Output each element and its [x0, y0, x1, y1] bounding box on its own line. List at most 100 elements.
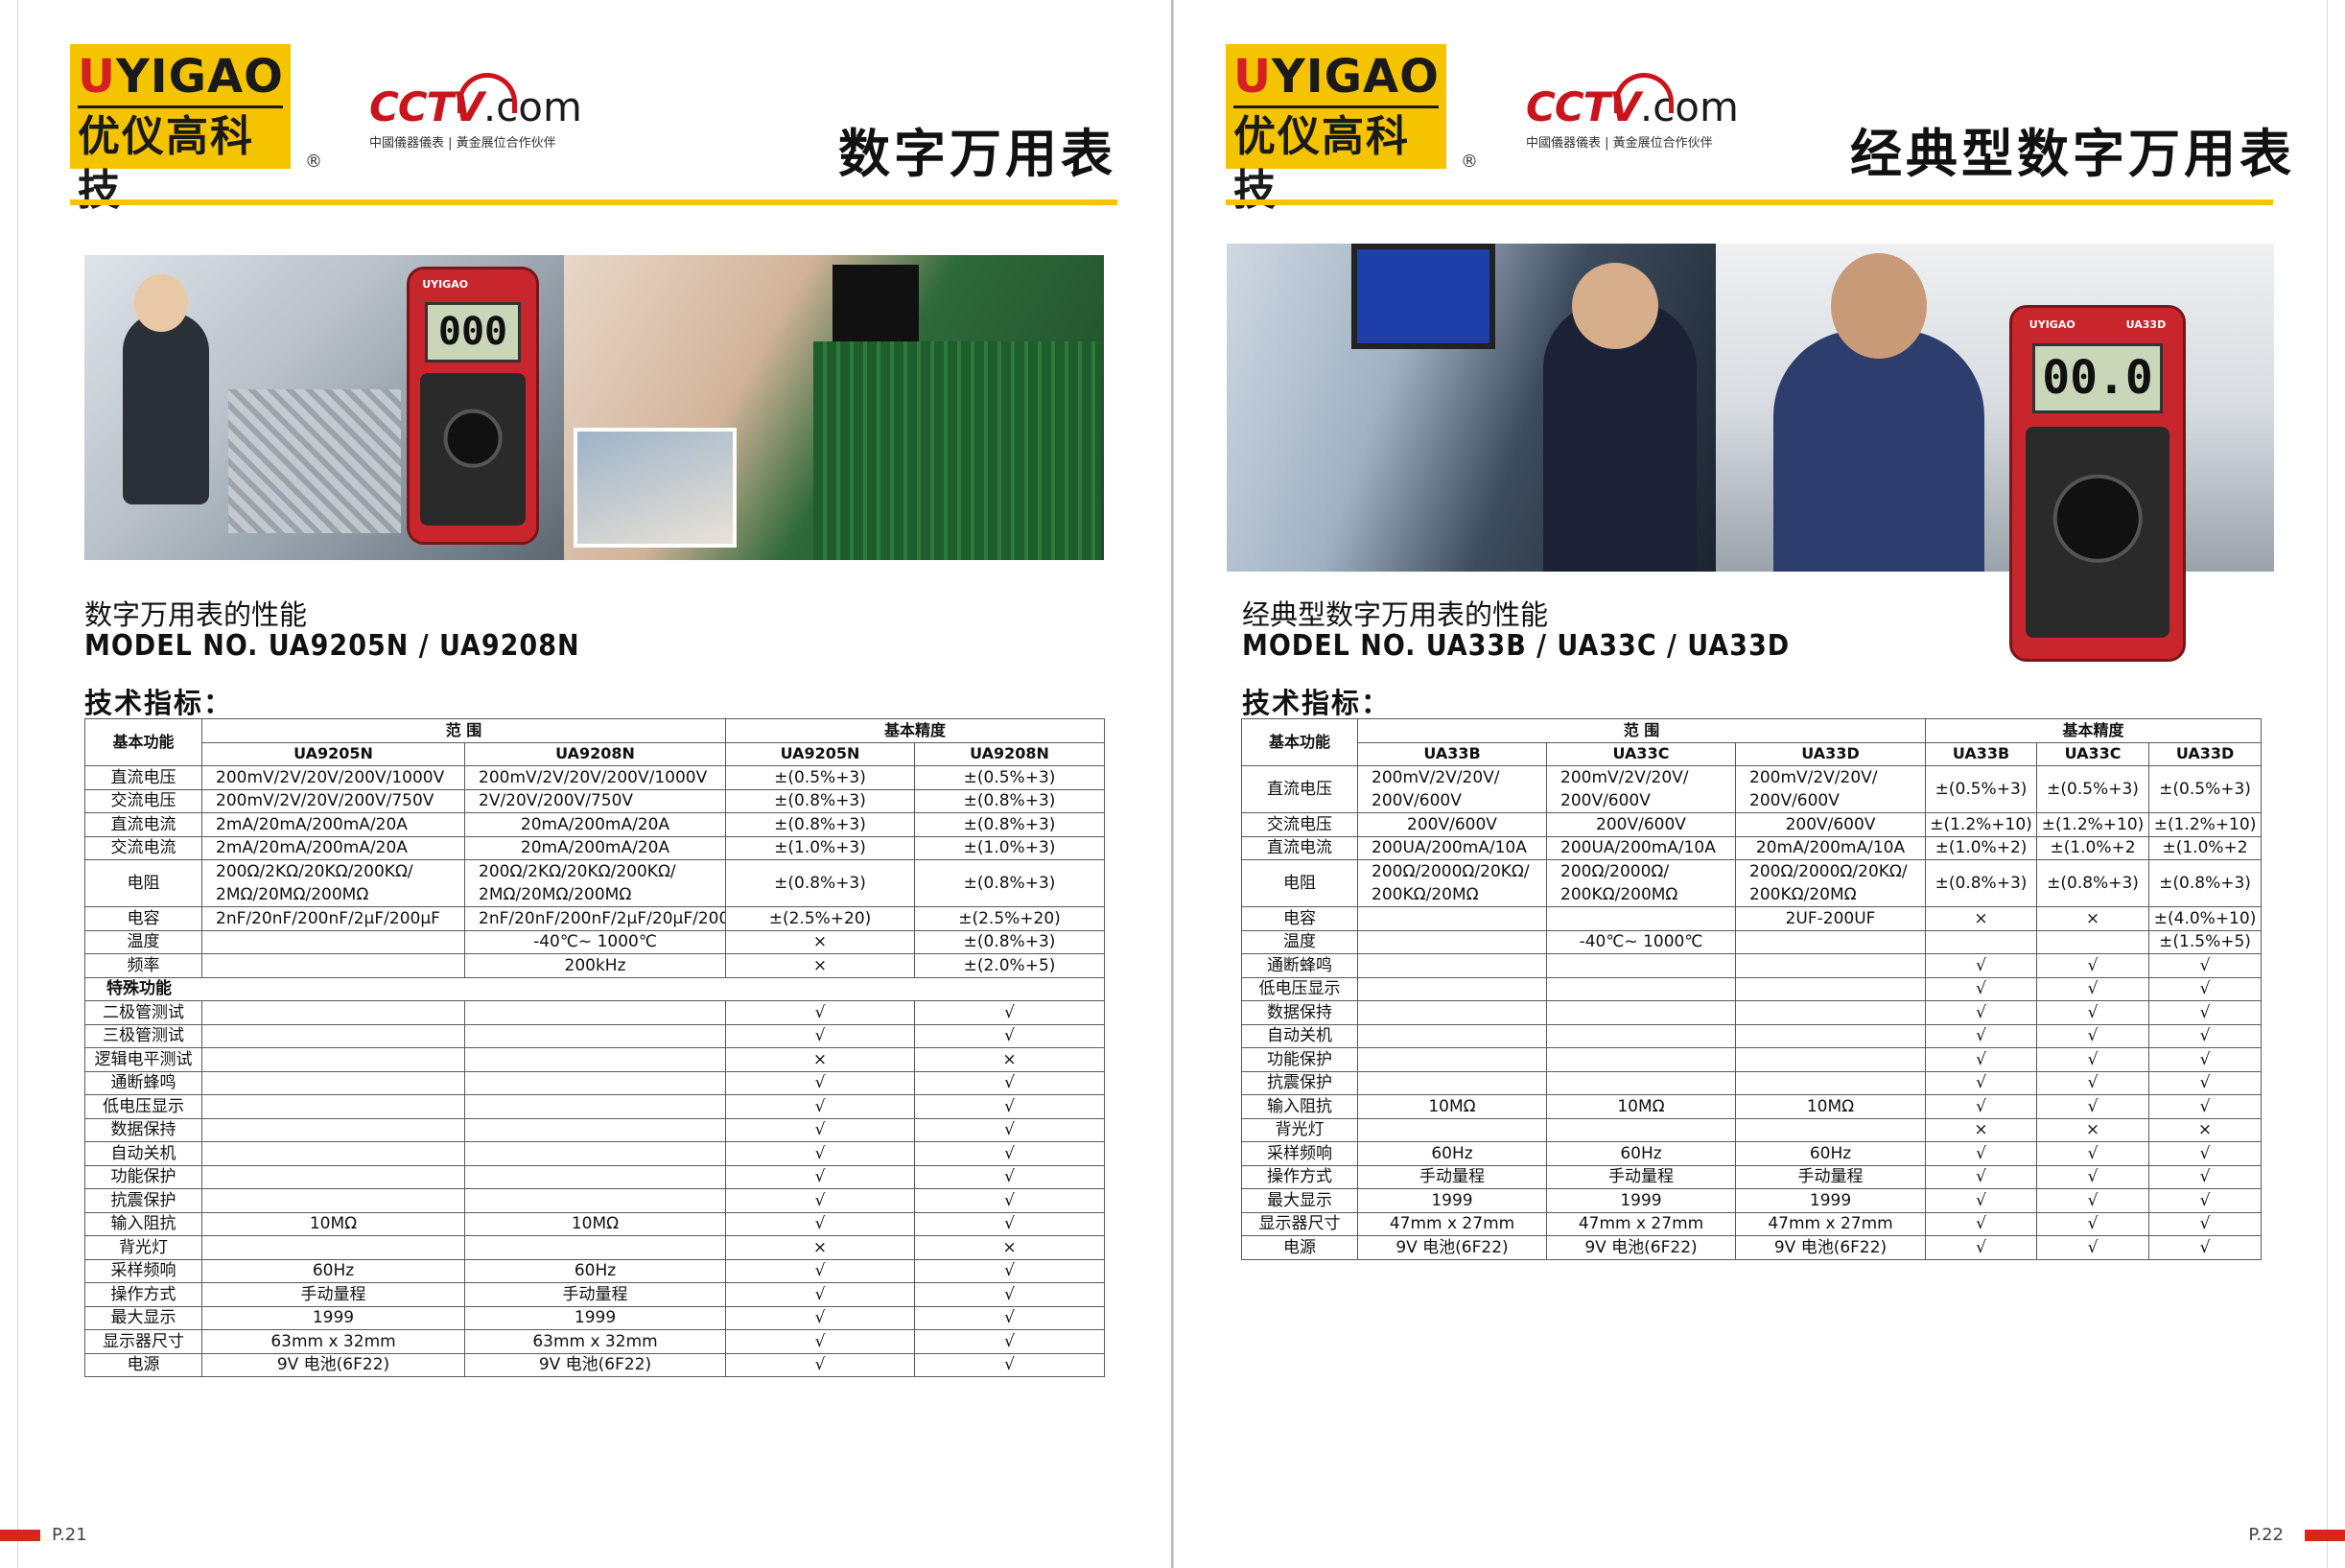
range-cell — [1734, 1070, 1927, 1095]
accuracy-cell: √ — [725, 1000, 916, 1025]
range-cell — [1357, 1023, 1547, 1048]
header-accuracy: 基本精度 — [725, 718, 1106, 743]
table-row: 背光灯 × × × — [1241, 1117, 2263, 1142]
accuracy-cell: ±(0.5%+3) — [2148, 765, 2263, 813]
range-cell — [463, 1047, 727, 1072]
accuracy-cell: √ — [725, 1070, 916, 1095]
range-cell — [1357, 1070, 1547, 1095]
accuracy-cell: ±(0.8%+3) — [2148, 859, 2263, 907]
students-lab-image — [1227, 244, 1716, 572]
range-cell — [1357, 953, 1547, 978]
range-cell: 200V/600V — [1357, 812, 1547, 837]
accuracy-cell: ±(2.5%+20) — [914, 906, 1106, 931]
accuracy-cell: √ — [725, 1141, 916, 1166]
function-cell: 输入阻抗 — [84, 1211, 202, 1236]
accuracy-cell: √ — [2148, 1094, 2263, 1119]
table-row: 采样频响 60Hz 60Hz 60Hz √ √ √ — [1241, 1141, 2263, 1166]
range-cell: 47mm x 27mm — [1734, 1211, 1927, 1236]
range-cell — [1734, 1047, 1927, 1072]
table-row: 温度 -40℃~ 1000℃ ±(1.5%+5) — [1241, 929, 2263, 954]
function-cell: 采样频响 — [1241, 1141, 1358, 1166]
range-cell: 20mA/200mA/10A — [1734, 835, 1927, 860]
accuracy-cell: × — [725, 953, 916, 978]
range-cell: 手动量程 — [1546, 1164, 1736, 1189]
table-row: 输入阻抗 10MΩ 10MΩ 10MΩ √ √ √ — [1241, 1094, 2263, 1119]
accuracy-cell: √ — [914, 1070, 1106, 1095]
accuracy-cell: √ — [1925, 1000, 2038, 1025]
accuracy-cell: √ — [914, 1023, 1106, 1048]
range-cell: 200mV/2V/20V/200V/750V — [201, 788, 465, 813]
accuracy-cell: √ — [2148, 1000, 2263, 1025]
accuracy-cell: √ — [2148, 953, 2263, 978]
registered-mark: ® — [305, 152, 322, 172]
accuracy-cell: √ — [1925, 1070, 2038, 1095]
range-cell: 200kHz — [463, 953, 727, 978]
range-cell: 200UA/200mA/10A — [1546, 835, 1736, 860]
header-model: UA33C — [1546, 741, 1736, 766]
table-row: 三极管测试 √ √ — [84, 1023, 1106, 1048]
accuracy-cell: √ — [725, 1305, 916, 1330]
accuracy-cell: ±(1.0%+3) — [725, 835, 916, 860]
section-row: 特殊功能 — [83, 976, 1106, 1001]
range-cell: 手动量程 — [1734, 1164, 1927, 1189]
accuracy-cell: √ — [1925, 953, 2038, 978]
function-cell: 功能保护 — [84, 1164, 202, 1189]
accuracy-cell: √ — [725, 1329, 916, 1354]
accuracy-cell: × — [2148, 1117, 2263, 1142]
accuracy-cell — [1925, 929, 2038, 954]
spec-table-left: 基本功能 范 围 基本精度 UA9205N UA9208N UA9205N UA… — [83, 718, 1106, 1377]
range-cell — [463, 1164, 727, 1189]
accuracy-cell: √ — [2036, 1141, 2150, 1166]
range-cell: 2mA/20mA/200mA/20A — [201, 812, 465, 837]
accuracy-cell: ±(0.5%+3) — [725, 765, 916, 790]
accuracy-cell: √ — [2036, 1094, 2150, 1119]
range-cell: -40℃~ 1000℃ — [463, 929, 727, 954]
accuracy-cell: × — [2036, 906, 2150, 931]
accuracy-cell: ±(2.0%+5) — [914, 953, 1106, 978]
table-row: 温度 -40℃~ 1000℃ × ±(0.8%+3) — [84, 929, 1106, 954]
function-cell: 输入阻抗 — [1241, 1094, 1358, 1119]
range-cell: 47mm x 27mm — [1357, 1211, 1547, 1236]
table-row: 逻辑电平测试 × × — [84, 1047, 1106, 1072]
range-cell: 手动量程 — [1357, 1164, 1547, 1189]
table-row: 数据保持 √ √ — [84, 1117, 1106, 1142]
table-row: 显示器尺寸 47mm x 27mm 47mm x 27mm 47mm x 27mm √ √… — [1241, 1211, 2263, 1236]
accuracy-cell: ±(1.2%+10) — [2148, 812, 2263, 837]
accuracy-cell: √ — [1925, 1094, 2038, 1119]
range-cell — [201, 1235, 465, 1260]
accuracy-cell: √ — [2036, 976, 2150, 1001]
range-cell: 9V 电池(6F22) — [463, 1352, 727, 1377]
range-cell: 2nF/20nF/200nF/2μF/20μF/200μF — [463, 906, 727, 931]
accuracy-cell: √ — [2148, 1188, 2263, 1213]
table-row: 直流电流 2mA/20mA/200mA/20A 20mA/200mA/20A ±(0.… — [84, 812, 1106, 837]
accuracy-cell: ±(0.8%+3) — [914, 929, 1106, 954]
function-cell: 低电压显示 — [1241, 976, 1358, 1001]
accuracy-cell: √ — [1925, 1188, 2038, 1213]
header-model: UA9205N — [201, 741, 465, 766]
registered-mark: ® — [1461, 152, 1478, 172]
range-cell: 200Ω/2000Ω/ 200KΩ/200MΩ — [1546, 859, 1736, 907]
accuracy-cell: √ — [2036, 953, 2150, 978]
range-cell — [1734, 929, 1927, 954]
circuit-board-image — [564, 255, 1104, 560]
range-cell: 10MΩ — [201, 1211, 465, 1236]
yellow-rule — [70, 199, 1117, 205]
range-cell — [463, 1000, 727, 1025]
header-basic-function: 基本功能 — [1241, 718, 1358, 766]
accuracy-cell: ±(0.8%+3) — [725, 788, 916, 813]
range-cell: 200mV/2V/20V/ 200V/600V — [1357, 765, 1547, 813]
range-cell — [1546, 1047, 1736, 1072]
range-cell — [201, 1047, 465, 1072]
function-cell: 电阻 — [84, 859, 202, 907]
range-cell: 2mA/20mA/200mA/20A — [201, 835, 465, 860]
range-cell — [201, 1141, 465, 1166]
accuracy-cell: √ — [914, 1117, 1106, 1142]
function-cell: 通断蜂鸣 — [84, 1070, 202, 1095]
range-cell — [201, 1070, 465, 1095]
range-cell — [1546, 1117, 1736, 1142]
table-row: 背光灯 × × — [84, 1235, 1106, 1260]
range-cell: 47mm x 27mm — [1546, 1211, 1736, 1236]
range-cell: 9V 电池(6F22) — [201, 1352, 465, 1377]
range-cell: 60Hz — [1357, 1141, 1547, 1166]
accuracy-cell: ±(1.0%+3) — [914, 835, 1106, 860]
